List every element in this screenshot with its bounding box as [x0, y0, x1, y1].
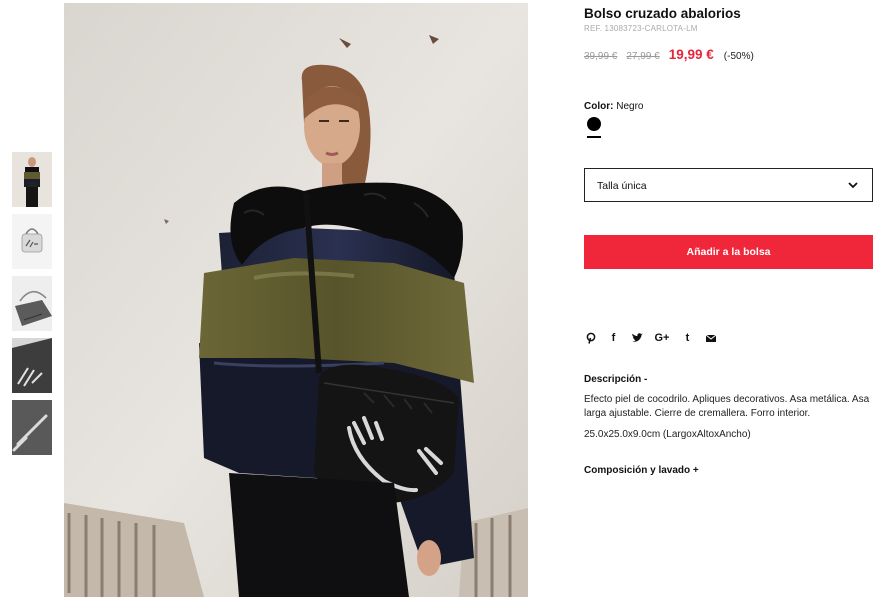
thumbnail-2-image: [12, 214, 52, 269]
size-dropdown[interactable]: Talla única: [584, 168, 873, 202]
color-label: Color:: [584, 101, 614, 112]
email-icon[interactable]: [704, 331, 717, 345]
thumbnail-2[interactable]: [12, 214, 52, 269]
color-swatch-black[interactable]: [587, 117, 601, 131]
product-dimensions: 25.0x25.0x9.0cm (LargoxAltoxAncho): [584, 429, 751, 440]
pinterest-icon[interactable]: [584, 331, 597, 345]
previous-price: 27,99 €: [626, 51, 660, 62]
composition-toggle[interactable]: Composición y lavado +: [584, 465, 699, 476]
thumbnail-3-image: [12, 276, 52, 331]
color-selector-label: Color: Negro: [584, 101, 643, 112]
thumbnail-gallery: [12, 152, 52, 462]
thumbnail-1-image: [12, 152, 52, 207]
tumblr-icon[interactable]: t: [681, 331, 694, 345]
thumbnail-3[interactable]: [12, 276, 52, 331]
google-plus-icon[interactable]: G+: [653, 331, 671, 345]
product-main-image: [64, 3, 528, 597]
description-toggle[interactable]: Descripción -: [584, 374, 647, 385]
chevron-down-icon: [848, 182, 858, 189]
selected-swatch-indicator: [587, 136, 601, 138]
product-reference: REF. 13083723-CARLOTA-LM: [584, 24, 698, 33]
twitter-icon[interactable]: [630, 331, 643, 345]
add-to-bag-button[interactable]: Añadir a la bolsa: [584, 235, 873, 269]
color-value: Negro: [616, 101, 644, 112]
thumbnail-4-image: [12, 338, 52, 393]
original-price: 39,99 €: [584, 51, 618, 62]
discount-badge: (-50%): [723, 51, 754, 62]
product-title: Bolso cruzado abalorios: [584, 6, 741, 21]
product-photo-illustration: [64, 3, 528, 597]
share-bar: f G+ t: [584, 331, 727, 345]
thumbnail-4[interactable]: [12, 338, 52, 393]
current-price: 19,99 €: [668, 47, 714, 62]
description-text: Efecto piel de cocodrilo. Apliques decor…: [584, 394, 870, 419]
thumbnail-1[interactable]: [12, 152, 52, 207]
thumbnail-5[interactable]: [12, 400, 52, 455]
facebook-icon[interactable]: f: [607, 331, 620, 345]
thumbnail-5-image: [12, 400, 52, 455]
price-row: 39,99 € 27,99 € 19,99 € (-50%): [584, 47, 754, 62]
size-selected-value: Talla única: [597, 180, 647, 192]
